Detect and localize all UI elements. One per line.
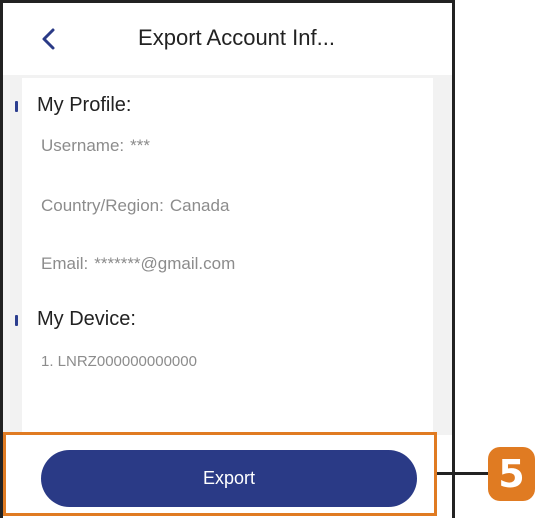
app-header: Export Account Inf...	[3, 3, 452, 75]
phone-screen: Export Account Inf... My Profile: Userna…	[0, 0, 455, 518]
step-number-badge: 5	[488, 447, 535, 501]
callout-connector	[437, 472, 489, 475]
username-label: Username:	[41, 136, 125, 155]
country-value: Canada	[169, 196, 230, 215]
email-field: Email: *******@gmail.com	[41, 254, 235, 274]
country-field: Country/Region: Canada	[41, 196, 229, 216]
section-marker	[15, 315, 18, 326]
export-button[interactable]: Export	[41, 450, 417, 507]
email-value: *******@gmail.com	[94, 254, 236, 273]
profile-section-title: My Profile:	[37, 94, 132, 116]
section-marker	[15, 101, 18, 112]
account-info-card: My Profile: Username: *** Country/Region:…	[15, 78, 433, 438]
username-value: ***	[130, 136, 150, 155]
device-list-item: 1. LNRZ000000000000	[41, 353, 197, 370]
email-label: Email:	[41, 254, 89, 273]
page-title: Export Account Inf...	[138, 25, 335, 50]
footer-bar: Export	[3, 435, 452, 518]
device-section-title: My Device:	[37, 308, 136, 330]
country-label: Country/Region:	[41, 196, 164, 215]
username-field: Username: ***	[41, 136, 150, 156]
